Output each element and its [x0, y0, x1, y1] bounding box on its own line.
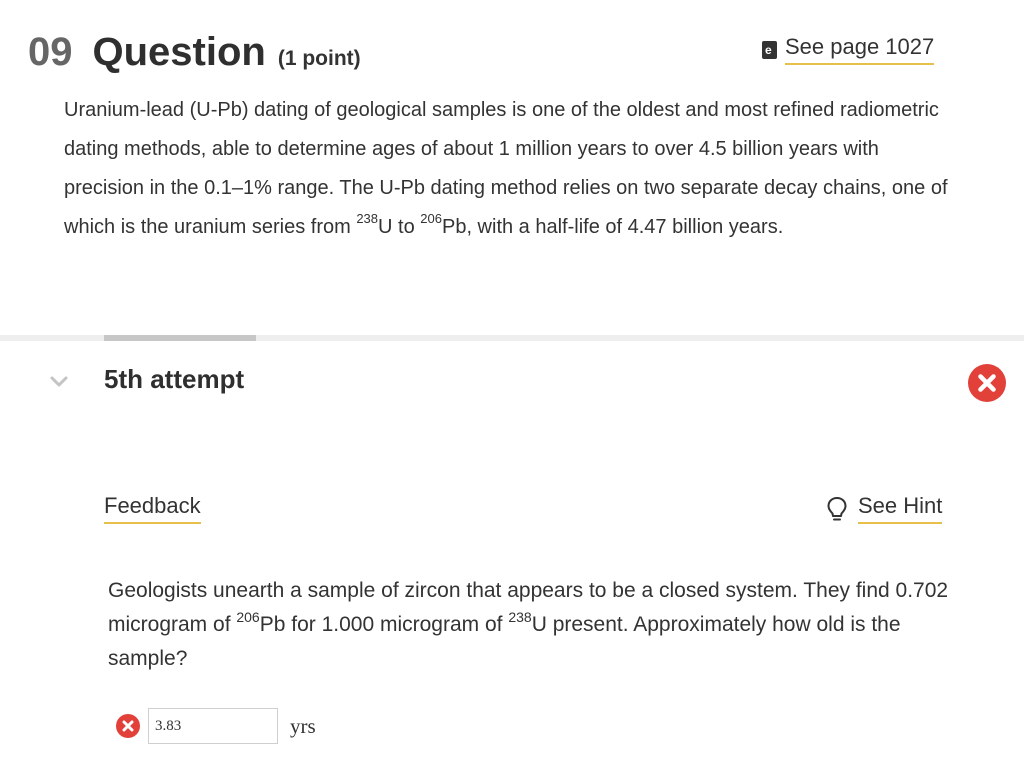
- problem-statement: Geologists unearth a sample of zircon th…: [108, 579, 949, 670]
- lightbulb-icon: [827, 496, 847, 520]
- superscript-206: 206: [236, 609, 260, 625]
- see-page-link[interactable]: e See page 1027: [762, 34, 935, 65]
- attempt-label: 5th attempt: [104, 364, 245, 394]
- feedback-link[interactable]: Feedback: [104, 493, 201, 524]
- superscript-206: 206: [420, 211, 442, 227]
- superscript-238: 238: [508, 609, 532, 625]
- see-hint-label[interactable]: See Hint: [858, 493, 943, 524]
- question-title: Question: [92, 30, 266, 74]
- divider-active-tab: [104, 335, 256, 341]
- see-hint-button[interactable]: See Hint: [826, 493, 943, 524]
- answer-row: 3.83 yrs: [116, 708, 316, 744]
- question-points: (1 point): [277, 47, 361, 70]
- question-number: 09: [28, 30, 73, 74]
- superscript-238: 238: [356, 211, 379, 227]
- see-page-label[interactable]: See page 1027: [785, 34, 935, 65]
- question-intro: Uranium-lead (U-Pb) dating of geological…: [64, 99, 948, 238]
- error-x-icon: [116, 714, 140, 738]
- error-x-icon: [968, 364, 1006, 402]
- chevron-down-icon[interactable]: [48, 370, 70, 392]
- answer-input[interactable]: 3.83: [148, 708, 278, 744]
- answer-units: yrs: [290, 713, 316, 738]
- ebook-icon: e: [762, 40, 777, 59]
- question-header: 09 Question (1 point): [28, 30, 361, 80]
